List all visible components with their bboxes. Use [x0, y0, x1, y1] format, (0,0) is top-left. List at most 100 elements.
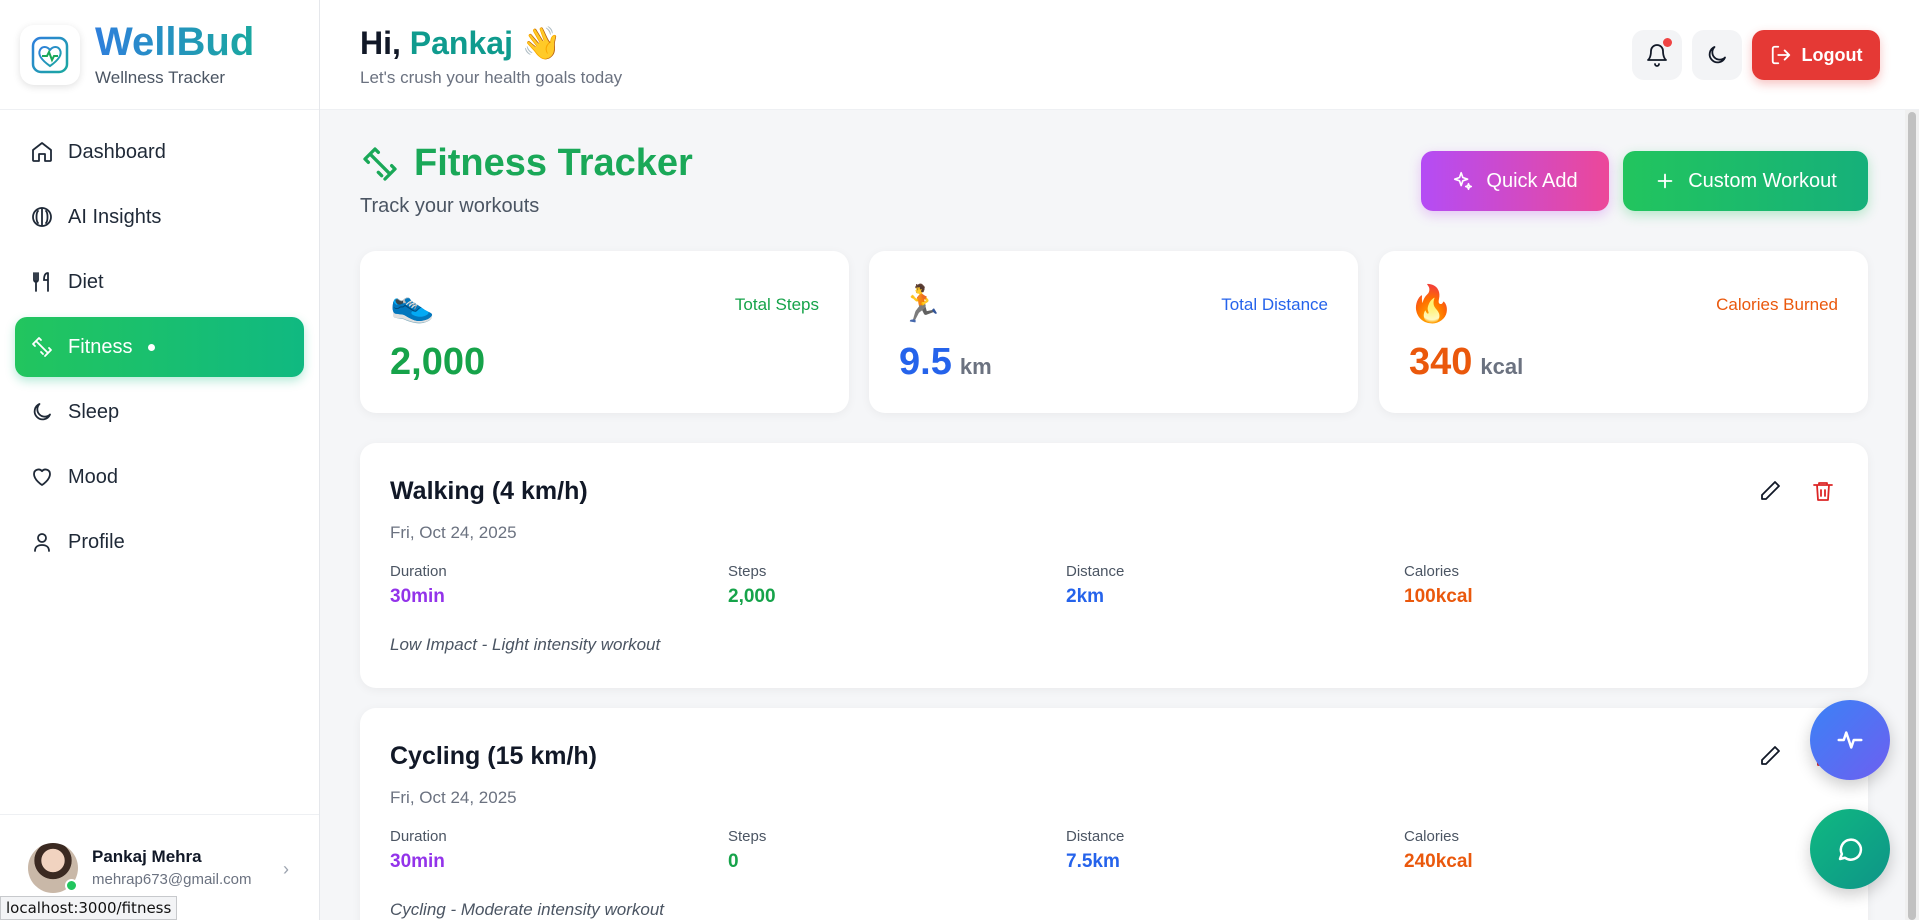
page-subtitle: Track your workouts — [360, 195, 540, 217]
chevron-right-icon: › — [283, 859, 289, 879]
workout-date: Fri, Oct 24, 2025 — [390, 523, 517, 542]
stat-card-total-distance: 🏃 Total Distance 9.5 km — [869, 251, 1358, 413]
moon-icon — [1708, 46, 1726, 64]
metric-value: 30min — [390, 586, 445, 607]
greeting-prefix: Hi, — [360, 25, 401, 61]
sidebar-item-mood[interactable]: Mood — [15, 447, 304, 507]
custom-workout-button[interactable]: Custom Workout — [1623, 151, 1868, 211]
scrollbar-thumb[interactable] — [1908, 112, 1916, 920]
workout-card: Cycling (15 km/h) Fri, Oct 24, 2025 Dura… — [360, 708, 1868, 920]
metric-value: 100kcal — [1404, 586, 1473, 607]
workout-date: Fri, Oct 24, 2025 — [390, 788, 517, 807]
stat-value-number: 340 — [1409, 341, 1473, 383]
metric-label: Calories — [1404, 828, 1460, 845]
stat-value-number: 9.5 — [899, 341, 952, 383]
metric-value: 240kcal — [1404, 851, 1473, 872]
runner-icon: 🏃 — [899, 283, 944, 324]
pencil-icon — [1761, 481, 1780, 500]
activity-fab-button[interactable] — [1810, 700, 1890, 780]
metric-distance: Distance 7.5km — [1066, 828, 1124, 873]
plus-icon — [1657, 173, 1673, 189]
stat-label: Calories Burned — [1716, 295, 1838, 314]
sidebar-item-dashboard[interactable]: Dashboard — [15, 122, 304, 182]
metric-steps: Steps 0 — [728, 828, 766, 873]
moon-icon — [33, 403, 51, 421]
delete-workout-button[interactable] — [1811, 479, 1835, 508]
sidebar-item-label: Profile — [68, 530, 125, 553]
logout-label: Logout — [1801, 44, 1863, 65]
greeting: Hi, Pankaj 👋 — [360, 24, 562, 62]
metric-duration: Duration 30min — [390, 563, 447, 608]
stat-value: 9.5 km — [899, 341, 992, 384]
utensils-icon — [33, 272, 49, 292]
edit-workout-button[interactable] — [1758, 479, 1782, 508]
sidebar-item-profile[interactable]: Profile — [15, 512, 304, 572]
brain-icon — [32, 207, 52, 227]
metric-duration: Duration 30min — [390, 828, 447, 873]
dumbbell-icon — [32, 337, 52, 357]
greeting-subtitle: Let's crush your health goals today — [360, 68, 623, 87]
sidebar-nav: Dashboard AI Insights Diet Fitness Sleep… — [0, 110, 319, 589]
edit-workout-button[interactable] — [1758, 744, 1782, 773]
fire-icon: 🔥 — [1409, 283, 1454, 324]
activity-pulse-icon — [1837, 731, 1863, 749]
workout-title: Walking (4 km/h) — [390, 477, 588, 505]
stat-unit: kcal — [1480, 354, 1524, 379]
metric-label: Distance — [1066, 828, 1125, 845]
heart-icon — [33, 468, 51, 486]
metric-calories: Calories 240kcal — [1404, 828, 1473, 873]
stat-value: 2,000 — [390, 341, 485, 384]
quick-add-label: Quick Add — [1486, 169, 1578, 192]
metric-label: Steps — [728, 828, 767, 845]
sidebar: WellBud Wellness Tracker Dashboard AI In… — [0, 0, 320, 920]
trash-icon — [1813, 482, 1833, 501]
greeting-name: Pankaj — [409, 25, 513, 61]
logout-button[interactable]: Logout — [1752, 30, 1880, 80]
sidebar-item-fitness[interactable]: Fitness — [15, 317, 304, 377]
custom-workout-label: Custom Workout — [1688, 169, 1837, 192]
metric-label: Calories — [1404, 563, 1460, 580]
stat-unit: km — [959, 354, 992, 379]
sidebar-item-ai-insights[interactable]: AI Insights — [15, 187, 304, 247]
stat-value: 340 kcal — [1409, 341, 1523, 384]
metric-value: 2km — [1066, 586, 1105, 607]
sidebar-item-label: Dashboard — [68, 140, 166, 163]
sidebar-item-diet[interactable]: Diet — [15, 252, 304, 312]
workout-note: Low Impact - Light intensity workout — [390, 635, 661, 654]
wave-emoji-icon: 👋 — [521, 25, 562, 61]
sneaker-icon: 👟 — [390, 283, 435, 324]
quick-add-button[interactable]: Quick Add — [1421, 151, 1609, 211]
page-title-block: Fitness Tracker — [360, 142, 693, 185]
sidebar-item-label: Fitness — [68, 335, 133, 358]
home-icon — [32, 142, 52, 162]
metric-value: 30min — [390, 851, 445, 872]
heart-pulse-logo-icon[interactable] — [20, 24, 80, 85]
brand-subtitle: Wellness Tracker — [95, 67, 226, 87]
metric-calories: Calories 100kcal — [1404, 563, 1473, 608]
stat-label: Total Steps — [734, 295, 819, 314]
online-status-indicator — [65, 878, 78, 892]
metric-label: Duration — [390, 563, 447, 580]
sparkles-icon — [1454, 171, 1473, 191]
sidebar-item-label: Diet — [68, 270, 104, 293]
metric-distance: Distance 2km — [1066, 563, 1124, 608]
metric-steps: Steps 2,000 — [728, 563, 776, 608]
notifications-button[interactable] — [1632, 30, 1682, 80]
top-header: Hi, Pankaj 👋 Let's crush your health goa… — [320, 0, 1919, 110]
user-name: Pankaj Mehra — [92, 847, 202, 866]
theme-toggle-button[interactable] — [1692, 30, 1742, 80]
page-title: Fitness Tracker — [414, 142, 693, 184]
user-email: mehrap673@gmail.com — [92, 871, 252, 888]
status-bar-url: localhost:3000/fitness — [0, 896, 178, 920]
active-indicator — [148, 343, 156, 351]
sidebar-item-sleep[interactable]: Sleep — [15, 382, 304, 442]
workout-note: Cycling - Moderate intensity workout — [390, 900, 665, 919]
stat-card-calories-burned: 🔥 Calories Burned 340 kcal — [1379, 251, 1868, 413]
workout-title: Cycling (15 km/h) — [390, 742, 597, 770]
metric-label: Steps — [728, 563, 767, 580]
metric-value: 2,000 — [728, 586, 776, 607]
avatar — [28, 842, 78, 893]
metric-label: Distance — [1066, 563, 1125, 580]
dumbbell-icon — [363, 146, 397, 181]
chat-fab-button[interactable] — [1810, 809, 1890, 889]
